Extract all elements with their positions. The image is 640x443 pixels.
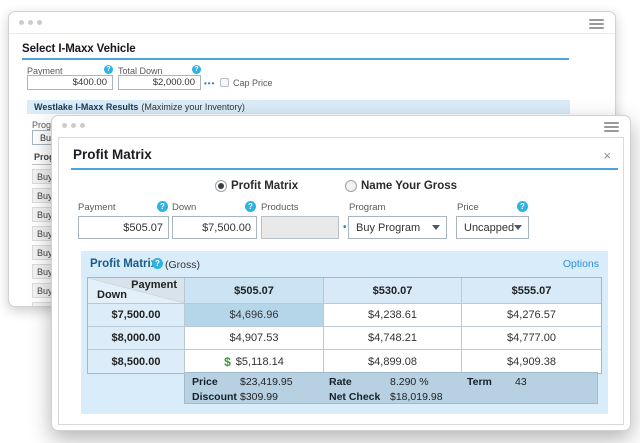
price-select-value: Uncapped	[464, 221, 515, 234]
modal-title: Profit Matrix	[73, 147, 152, 162]
down-label: Down	[172, 202, 197, 213]
profit-matrix-radio[interactable]	[215, 180, 227, 192]
name-your-gross-radio[interactable]	[345, 180, 357, 192]
price-total-value: $23,419.95	[240, 375, 293, 388]
options-link[interactable]: Options	[563, 258, 599, 270]
matrix-cell-selected[interactable]: $4,696.96	[185, 304, 324, 327]
modal-content: Profit Matrix × Profit Matrix Name Your …	[58, 137, 624, 425]
title-underline	[71, 168, 618, 170]
matrix-cell[interactable]: $4,238.61	[324, 304, 462, 327]
name-your-gross-radio-label[interactable]: Name Your Gross	[361, 180, 457, 192]
price-label: Price	[457, 202, 479, 213]
down-input[interactable]: $7,500.00	[172, 216, 257, 239]
title-underline	[22, 58, 569, 60]
discount-value: $309.99	[240, 390, 278, 403]
chevron-down-icon	[514, 225, 523, 230]
term-label: Term	[467, 375, 492, 388]
price-total-label: Price	[192, 375, 218, 388]
menu-icon[interactable]	[589, 19, 604, 29]
matrix-cell-best[interactable]: $ $5,118.14	[185, 350, 324, 373]
program-select[interactable]: Buy Program	[348, 216, 447, 239]
payment-column-header: $505.07	[185, 278, 324, 304]
discount-label: Discount	[192, 390, 237, 403]
help-icon[interactable]: ?	[104, 65, 113, 74]
results-title: Westlake I-Maxx Results	[34, 102, 139, 112]
best-deal-dollar-icon: $	[224, 354, 231, 369]
products-label: Products	[261, 202, 299, 213]
help-icon[interactable]: ?	[517, 201, 528, 212]
help-icon[interactable]: ?	[245, 201, 256, 212]
cap-price-label: Cap Price	[233, 78, 273, 88]
down-row-header: $8,500.00	[88, 350, 185, 373]
profit-matrix-table: Payment Down $505.07 $530.07 $555.07 $7,…	[87, 277, 602, 374]
rate-value: 8.290 %	[390, 375, 429, 388]
matrix-cell[interactable]: $4,909.38	[462, 350, 601, 373]
payment-column-header: $555.07	[462, 278, 601, 304]
cap-price-checkbox[interactable]	[220, 78, 229, 87]
program-select-value: Buy Program	[356, 221, 421, 234]
matrix-cell[interactable]: $4,777.00	[462, 327, 601, 350]
net-check-value: $18,019.98	[390, 390, 443, 403]
help-icon[interactable]: ?	[157, 201, 168, 212]
help-icon[interactable]: ?	[192, 65, 201, 74]
payment-column-header: $530.07	[324, 278, 462, 304]
corner-payment-label: Payment	[131, 279, 177, 291]
results-header-bar: Westlake I-Maxx Results (Maximize your I…	[27, 100, 570, 114]
matrix-footer: Price $23,419.95 Rate 8.290 % Term 43 Di…	[184, 372, 598, 404]
products-input	[261, 216, 339, 239]
profit-matrix-radio-label[interactable]: Profit Matrix	[231, 180, 298, 192]
close-icon[interactable]: ×	[603, 149, 611, 162]
help-icon[interactable]: ?	[152, 258, 163, 269]
down-row-header: $8,000.00	[88, 327, 185, 350]
payment-input[interactable]: $400.00	[27, 75, 113, 90]
payment-input[interactable]: $505.07	[78, 216, 169, 239]
rate-label: Rate	[329, 375, 352, 388]
chevron-down-icon	[432, 225, 440, 230]
menu-icon[interactable]	[604, 122, 619, 132]
net-check-label: Net Check	[329, 390, 381, 403]
down-row-header: $7,500.00	[88, 304, 185, 327]
total-down-input[interactable]: $2,000.00	[118, 75, 201, 90]
payment-label: Payment	[78, 202, 116, 213]
corner-down-label: Down	[97, 289, 127, 301]
matrix-cell[interactable]: $4,276.57	[462, 304, 601, 327]
price-select[interactable]: Uncapped	[456, 216, 529, 239]
total-down-ellipsis-button[interactable]: •••	[204, 79, 215, 89]
page-title: Select I-Maxx Vehicle	[22, 43, 136, 55]
profit-matrix-window: Profit Matrix × Profit Matrix Name Your …	[51, 115, 631, 431]
program-label: Program	[349, 202, 386, 213]
window-dots-icon	[19, 20, 42, 25]
matrix-cell[interactable]: $4,907.53	[185, 327, 324, 350]
window-titlebar	[9, 12, 615, 34]
matrix-cell[interactable]: $4,899.08	[324, 350, 462, 373]
matrix-corner-cell: Payment Down	[88, 278, 185, 304]
matrix-cell-value: $5,118.14	[235, 355, 284, 368]
profit-matrix-panel: Profit Matrix ? (Gross) Options Payment …	[81, 251, 608, 414]
results-subtitle: (Maximize your Inventory)	[141, 102, 245, 112]
matrix-cell[interactable]: $4,748.21	[324, 327, 462, 350]
panel-gross-label: (Gross)	[165, 259, 200, 271]
term-value: 43	[515, 375, 527, 388]
panel-title: Profit Matrix	[90, 258, 158, 270]
window-dots-icon	[62, 123, 85, 128]
